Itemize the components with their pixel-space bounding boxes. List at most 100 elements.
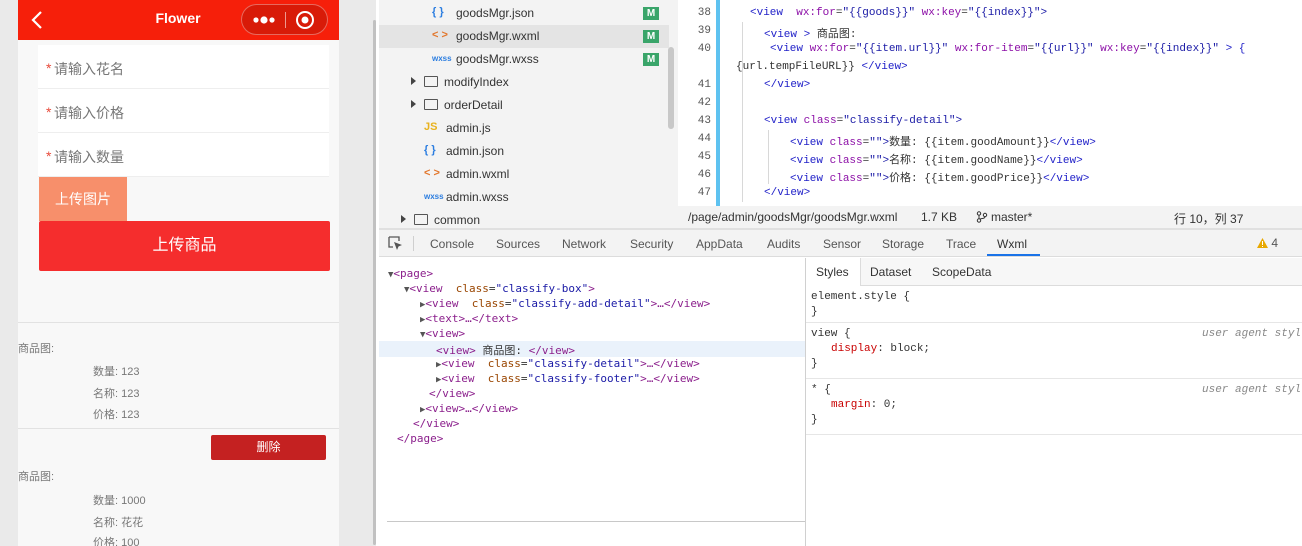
- tab-sensor[interactable]: Sensor: [823, 237, 861, 251]
- folder-icon: [424, 76, 438, 87]
- tab-sources[interactable]: Sources: [496, 237, 540, 251]
- css-token: }: [811, 414, 818, 426]
- tree-item-goodsmgr-wxss[interactable]: wxss goodsMgr.wxss M: [379, 48, 669, 71]
- wxml-node[interactable]: ▶<view class="classify-detail">…</view>: [436, 357, 700, 370]
- code-token: <view: [750, 7, 784, 19]
- chevron-right-icon[interactable]: [411, 77, 416, 85]
- wxml-node[interactable]: ▼<view class="classify-box">: [404, 282, 595, 295]
- code-editor[interactable]: 38 39 40 41 42 43 44 45 46 47 <view wx:f…: [678, 0, 1302, 206]
- tree-item-goodsmgr-wxml[interactable]: < > goodsMgr.wxml M: [379, 25, 669, 48]
- code-token: </view>: [1043, 173, 1090, 185]
- wxml-node[interactable]: ▶<view>…</view>: [420, 402, 518, 415]
- code-line-40: <view wx:for="{{item.url}}" wx:for-item=…: [770, 43, 1246, 55]
- tree-item-admin-wxss[interactable]: wxss admin.wxss: [379, 186, 669, 209]
- tree-item-label: admin.wxml: [446, 167, 510, 181]
- product-price: 价格: 123: [93, 409, 140, 421]
- wxml-token: class: [487, 357, 521, 370]
- capsule-menu: [241, 4, 328, 35]
- price-placeholder: 请输入价格: [54, 105, 124, 121]
- simulator-scrollbar[interactable]: [373, 20, 376, 545]
- quantity-input[interactable]: * 请输入数量: [38, 133, 329, 177]
- tree-item-modifyindex[interactable]: modifyIndex: [379, 71, 669, 94]
- wxml-node-selected[interactable]: <view> 商品图: </view>: [436, 342, 575, 358]
- wxml-node[interactable]: ▶<view class="classify-footer">…</view>: [436, 372, 700, 385]
- code-token: <view: [764, 29, 798, 41]
- tree-item-orderdetail[interactable]: orderDetail: [379, 94, 669, 117]
- css-token: element.style {: [811, 291, 911, 303]
- css-token: margin: [831, 399, 871, 411]
- tree-item-admin-js[interactable]: JS admin.js: [379, 117, 669, 140]
- tab-dataset[interactable]: Dataset: [870, 265, 911, 279]
- tab-network[interactable]: Network: [562, 237, 606, 251]
- price-input[interactable]: * 请输入价格: [38, 89, 329, 133]
- git-branch[interactable]: master*: [991, 210, 1032, 224]
- wxml-file-icon: < >: [424, 167, 440, 179]
- tab-storage[interactable]: Storage: [882, 237, 924, 251]
- indent-guide: [742, 22, 743, 202]
- code-token: {url.tempFileURL}}: [736, 61, 855, 73]
- code-line-47: </view>: [764, 187, 810, 199]
- tree-item-label: admin.json: [446, 144, 505, 158]
- wxml-token: class: [455, 282, 489, 295]
- code-token: wx:key: [1100, 43, 1140, 55]
- warning-indicator[interactable]: 4: [1257, 236, 1278, 250]
- tree-item-admin-json[interactable]: { } admin.json: [379, 140, 669, 163]
- css-token: : block;: [877, 343, 931, 355]
- css-declaration: display: block;: [831, 343, 930, 355]
- flower-name-input[interactable]: * 请输入花名: [38, 45, 329, 89]
- line-number: 45: [697, 151, 711, 163]
- wxml-token: <text>…</text>: [425, 312, 519, 325]
- code-token: </view>: [764, 187, 811, 199]
- upload-goods-button[interactable]: 上传商品: [39, 221, 330, 271]
- tab-styles[interactable]: Styles: [816, 265, 849, 279]
- wxml-node[interactable]: </view>: [413, 417, 459, 430]
- tab-trace[interactable]: Trace: [946, 237, 976, 251]
- code-token: 价格: {{item.goodPrice}}: [889, 173, 1044, 185]
- divider: [18, 428, 339, 429]
- panel-bottom-border: [387, 521, 805, 522]
- file-tree-scrollbar[interactable]: [668, 47, 674, 129]
- wxml-node[interactable]: </page>: [397, 432, 443, 445]
- tree-item-admin-wxml[interactable]: < > admin.wxml: [379, 163, 669, 186]
- tab-audits[interactable]: Audits: [767, 237, 800, 251]
- wxml-node[interactable]: </view>: [429, 387, 475, 400]
- wxml-token: <view>: [425, 327, 466, 340]
- tree-item-label: common: [434, 213, 481, 227]
- wxml-node[interactable]: ▶<view class="classify-add-detail">…</vi…: [420, 297, 710, 310]
- back-arrow-icon[interactable]: [26, 8, 50, 32]
- wxml-node[interactable]: ▶<text>…</text>: [420, 312, 518, 325]
- tab-wxml[interactable]: Wxml: [997, 237, 1027, 251]
- wxml-node[interactable]: ▼<page>: [388, 267, 433, 280]
- git-modified-badge: M: [643, 30, 659, 43]
- css-token: }: [811, 306, 818, 318]
- folder-icon: [424, 99, 438, 110]
- code-token: wx:for: [809, 43, 850, 55]
- close-target-icon[interactable]: [295, 10, 315, 30]
- chevron-right-icon[interactable]: [411, 100, 416, 108]
- upload-image-button[interactable]: 上传图片: [39, 177, 127, 221]
- element-style-rule: element.style {: [811, 291, 910, 303]
- tab-security[interactable]: Security: [630, 237, 673, 251]
- tab-scopedata[interactable]: ScopeData: [932, 265, 991, 279]
- json-file-icon: { }: [432, 6, 444, 18]
- tab-appdata[interactable]: AppData: [696, 237, 743, 251]
- delete-button[interactable]: 删除: [211, 435, 326, 460]
- wxml-token: </page>: [397, 432, 444, 445]
- line-number: 40: [697, 43, 711, 55]
- wxml-node[interactable]: ▼<view>: [420, 327, 465, 340]
- product-quantity: 数量: 1000: [93, 495, 146, 507]
- cursor-position[interactable]: 行 10，列 37: [1174, 210, 1243, 227]
- code-token: "{{url}}": [1034, 43, 1094, 55]
- product-image-label: 商品图:: [18, 471, 55, 483]
- chevron-right-icon[interactable]: [401, 215, 406, 223]
- required-mark: *: [46, 148, 52, 164]
- more-dots-icon[interactable]: [252, 13, 276, 27]
- tab-console[interactable]: Console: [430, 237, 474, 251]
- tree-item-goodsmgr-json[interactable]: { } goodsMgr.json M: [379, 2, 669, 25]
- star-rule-selector: * {: [811, 384, 831, 396]
- inspect-element-icon[interactable]: [388, 236, 403, 251]
- code-token: <view: [764, 115, 798, 127]
- nav-bar: Flower: [18, 0, 339, 40]
- code-token: wx:key: [921, 7, 962, 19]
- css-token: : 0;: [870, 399, 898, 411]
